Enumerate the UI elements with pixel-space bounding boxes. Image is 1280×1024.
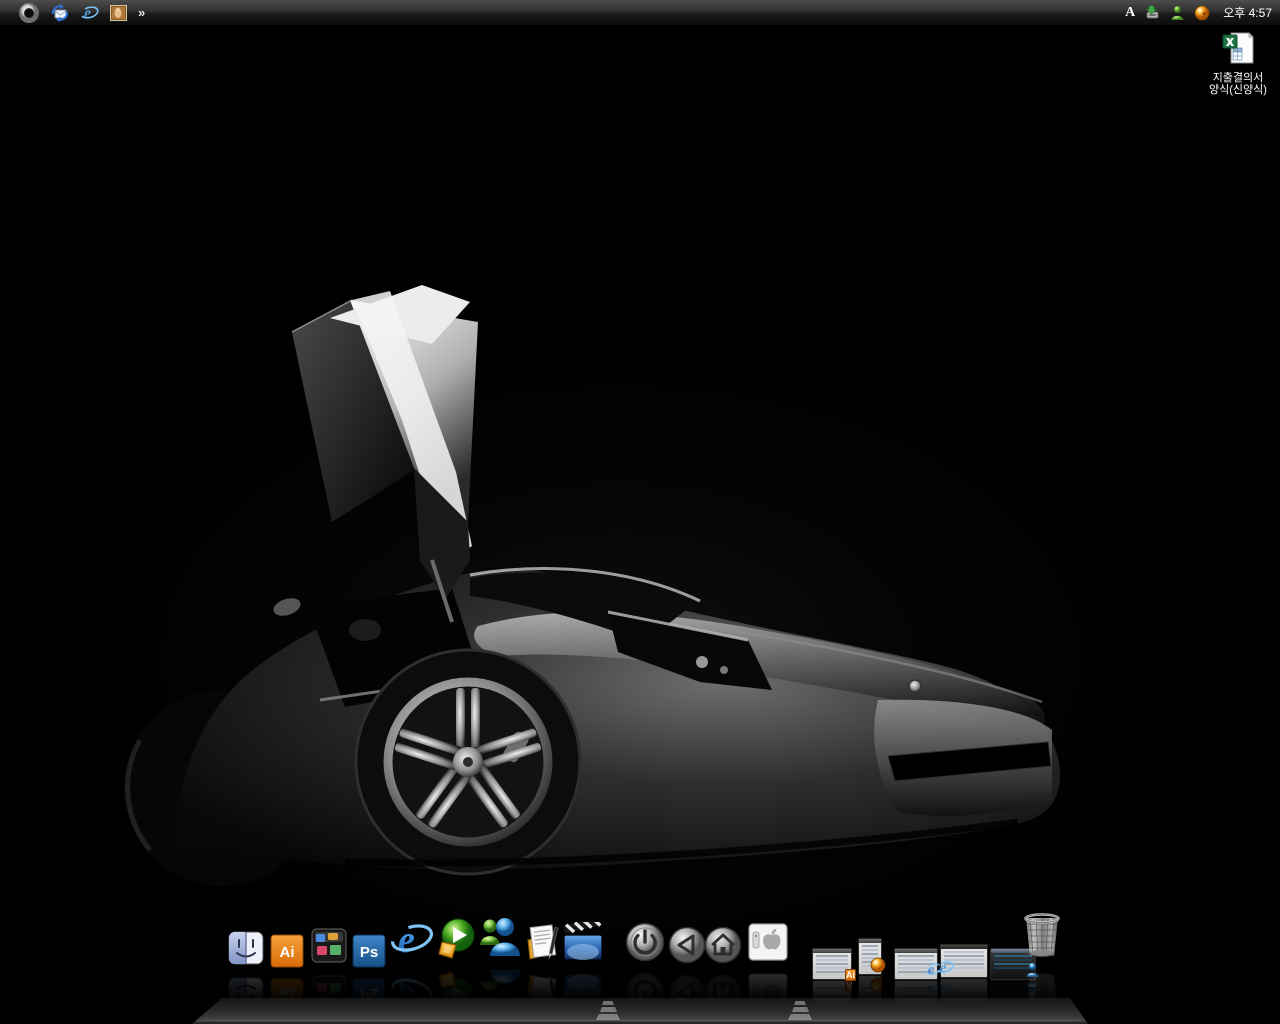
ime-indicator[interactable]: A bbox=[1125, 5, 1135, 21]
dock-separator bbox=[794, 1001, 806, 1005]
dock-ring-icon[interactable] bbox=[18, 2, 40, 24]
window-thumbnail-chat[interactable] bbox=[858, 938, 882, 1012]
svg-text:Ai: Ai bbox=[280, 985, 295, 1002]
internet-explorer-badge-icon: e bbox=[936, 959, 954, 981]
shortcut-label-line2: 양식(신양식) bbox=[1198, 84, 1278, 97]
menubar-tray: A 오후 4:57 bbox=[1125, 4, 1280, 21]
menubar-overflow-chevron[interactable]: » bbox=[138, 5, 143, 20]
illustrator-icon[interactable]: Ai Ai bbox=[270, 934, 304, 1012]
menubar-left-icons: e » bbox=[0, 2, 143, 24]
dock-separator bbox=[792, 1007, 809, 1012]
window-thumbnail-illustrator[interactable]: Ai Ai bbox=[812, 948, 852, 1012]
finder-icon[interactable] bbox=[228, 930, 264, 1012]
apps-stack-icon[interactable] bbox=[310, 926, 348, 1012]
dock-separator bbox=[788, 1014, 812, 1020]
text-document-icon[interactable] bbox=[524, 922, 564, 1012]
outlook-express-icon[interactable] bbox=[51, 4, 69, 22]
wallpaper-sports-car bbox=[0, 26, 1280, 1024]
internet-explorer-icon[interactable]: e bbox=[80, 4, 99, 22]
notifier-ball-icon[interactable] bbox=[1194, 5, 1210, 21]
msn-messenger-icon[interactable] bbox=[478, 914, 522, 1012]
home-icon[interactable] bbox=[704, 926, 742, 1012]
image-viewer-icon[interactable] bbox=[110, 5, 127, 21]
photoshop-label: Ps bbox=[360, 944, 378, 961]
power-icon[interactable] bbox=[625, 922, 665, 1012]
svg-text:Ps: Ps bbox=[360, 985, 378, 1002]
messenger-blue-badge-icon bbox=[1025, 962, 1040, 983]
window-thumbnail-browser-1[interactable]: e e bbox=[894, 948, 938, 1012]
excel-document-icon bbox=[1220, 30, 1256, 71]
usb-device-icon[interactable] bbox=[1144, 5, 1161, 21]
media-player-icon[interactable] bbox=[436, 918, 478, 1012]
internet-explorer-icon[interactable]: e e bbox=[390, 918, 434, 1012]
svg-text:e: e bbox=[928, 982, 935, 998]
svg-text:e: e bbox=[398, 970, 415, 1011]
dock-shelf-edge bbox=[192, 1020, 1088, 1021]
desktop-shortcut-expense-form[interactable]: 지출결의서 양식(신양식) bbox=[1198, 30, 1278, 97]
back-icon[interactable] bbox=[668, 926, 706, 1012]
messenger-orange-badge-icon bbox=[870, 957, 886, 978]
messenger-person-icon[interactable] bbox=[1170, 5, 1185, 21]
movie-clapper-icon[interactable] bbox=[562, 922, 604, 1012]
apple-box-icon[interactable] bbox=[748, 922, 788, 1012]
photoshop-icon[interactable]: Ps Ps bbox=[352, 934, 386, 1012]
dock-separator bbox=[596, 1014, 620, 1020]
illustrator-badge-icon: Ai bbox=[845, 965, 856, 983]
menubar: e » A bbox=[0, 0, 1280, 26]
window-thumbnail-browser-2[interactable]: e e bbox=[940, 944, 988, 1012]
illustrator-label: Ai bbox=[280, 944, 295, 961]
tray-clock[interactable]: 오후 4:57 bbox=[1219, 4, 1272, 21]
